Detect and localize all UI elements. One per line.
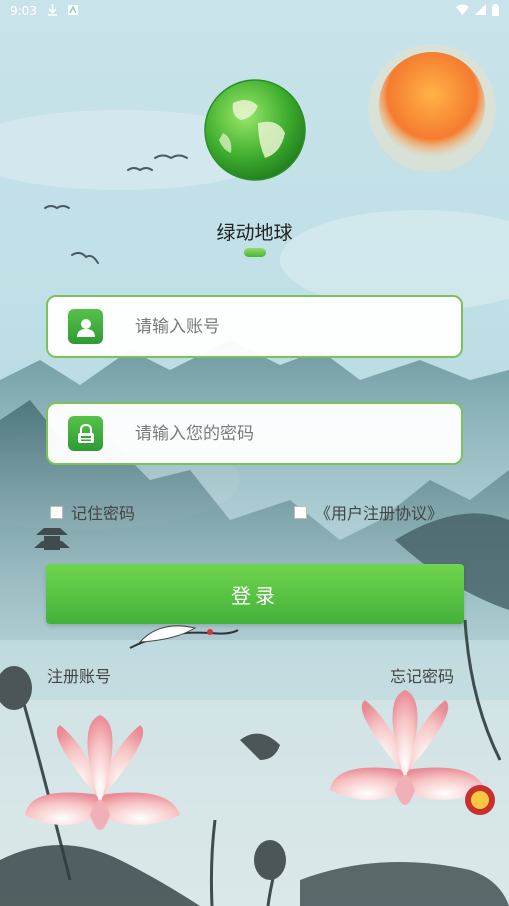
agreement-link[interactable]: 《用户注册协议》 [315, 500, 443, 524]
agreement[interactable]: 《用户注册协议》 [294, 500, 443, 524]
download-icon [47, 3, 58, 19]
status-bar: 9:03 [0, 0, 509, 22]
remember-password[interactable]: 记住密码 [50, 500, 135, 524]
globe-icon [203, 78, 307, 182]
password-field[interactable] [46, 402, 463, 465]
user-icon [68, 309, 103, 344]
account-field[interactable] [46, 295, 463, 358]
register-link[interactable]: 注册账号 [47, 663, 111, 687]
agreement-checkbox[interactable] [294, 505, 307, 519]
status-right [456, 3, 499, 19]
battery-icon [492, 3, 499, 19]
notification-icon [67, 4, 78, 18]
login-button[interactable]: 登录 [46, 564, 464, 624]
remember-label: 记住密码 [71, 504, 136, 523]
status-time: 9:03 [10, 4, 37, 18]
wifi-icon [456, 4, 469, 18]
app-title: 绿动地球 [216, 222, 293, 244]
account-input[interactable] [133, 315, 437, 338]
remember-checkbox[interactable] [50, 505, 63, 519]
status-left: 9:03 [10, 3, 78, 19]
forgot-password-link[interactable]: 忘记密码 [390, 663, 454, 687]
lock-icon [68, 416, 103, 451]
title-indicator [244, 248, 266, 257]
signal-icon [475, 4, 486, 18]
password-input[interactable] [133, 422, 437, 445]
